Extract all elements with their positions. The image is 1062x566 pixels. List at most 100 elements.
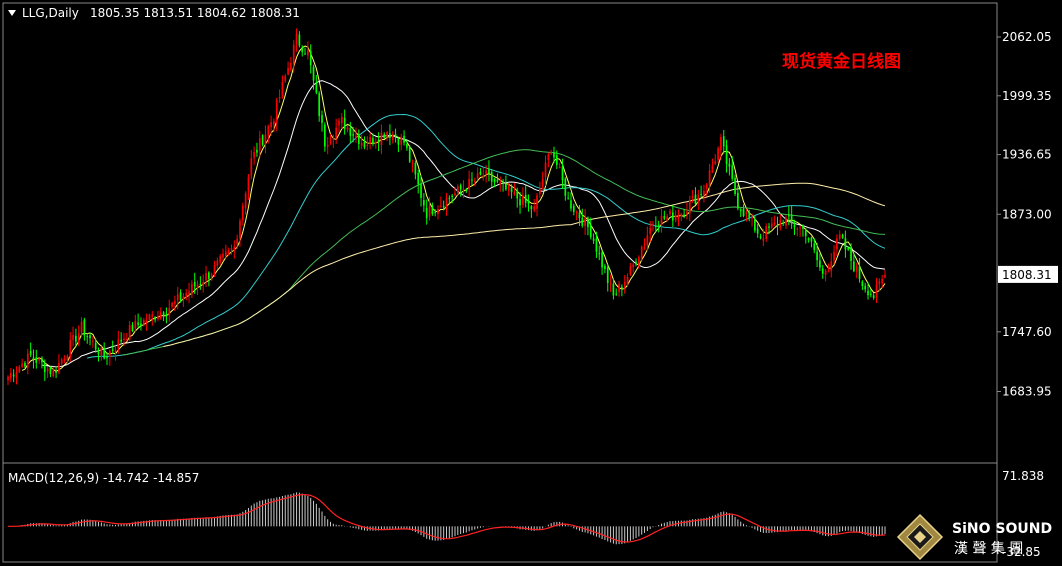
candle [558, 162, 561, 169]
candle-body [154, 317, 156, 320]
candle-body [338, 120, 340, 126]
candle-body [790, 214, 793, 223]
candle-body [148, 314, 151, 321]
candle [838, 230, 841, 241]
candle-body [793, 224, 796, 228]
candle [802, 224, 804, 237]
candle-body [720, 136, 722, 151]
candle-body [768, 226, 770, 228]
candle [191, 280, 193, 298]
candle-body [471, 179, 473, 181]
candle [654, 216, 657, 232]
candle-body [400, 136, 403, 145]
candle [83, 317, 86, 341]
candle [522, 187, 524, 209]
candle-body [250, 158, 253, 176]
candle [261, 134, 264, 147]
candle-body [386, 132, 388, 137]
candle-body [366, 144, 369, 146]
candle-body [233, 246, 236, 251]
candle-body [12, 374, 15, 377]
candle-body [524, 194, 527, 203]
candle [210, 272, 213, 281]
candle-body [24, 362, 26, 367]
candle-body [615, 293, 618, 295]
candle [810, 236, 813, 248]
candle [770, 217, 773, 230]
candle-body [572, 205, 575, 212]
chart-canvas[interactable]: 2062.05 1999.35 1936.65 1873.00 1747.60 1683.… [0, 0, 1062, 566]
candle-body [493, 178, 496, 183]
candle [137, 313, 139, 328]
candle-body [714, 161, 717, 164]
candle-body [799, 227, 801, 229]
candle-body [844, 238, 847, 250]
candle-body [411, 162, 414, 164]
candle-body [140, 323, 142, 327]
candle-body [60, 359, 63, 364]
candle-body [185, 293, 188, 298]
candle-body [853, 261, 855, 272]
candle-body [454, 193, 456, 196]
current-price-text: 1808.31 [1002, 268, 1052, 282]
candle [536, 193, 538, 217]
candle-body [442, 206, 445, 208]
candle [476, 167, 479, 181]
candle-body [855, 266, 858, 272]
candle-body [346, 127, 349, 131]
candle [604, 263, 606, 274]
candle [671, 205, 674, 227]
candle-body [711, 165, 714, 173]
candle [58, 354, 60, 375]
candle-body [683, 214, 685, 216]
candle-body [598, 253, 601, 255]
candle-body [838, 234, 841, 239]
candle-body [731, 165, 734, 179]
candle-body [558, 167, 561, 169]
candle-body [547, 154, 550, 161]
candle-body [69, 339, 72, 358]
candle-body [652, 223, 654, 226]
candle [516, 187, 519, 208]
candle-body [287, 68, 289, 75]
candle-body [32, 357, 35, 360]
candle [541, 171, 544, 190]
candle-body [117, 339, 120, 350]
candle [18, 365, 21, 374]
candle-body [157, 316, 159, 320]
candle [100, 346, 103, 361]
candle [499, 176, 502, 192]
candle [621, 284, 623, 297]
candle [335, 118, 338, 144]
candle-body [550, 152, 553, 154]
candle-body [111, 349, 114, 351]
candle-body [632, 264, 635, 268]
candle-body [171, 302, 173, 307]
candle-body [691, 196, 694, 198]
candle-body [813, 243, 816, 250]
candle-body [357, 133, 360, 145]
candle [765, 223, 768, 242]
triangle-down-icon[interactable] [8, 10, 16, 16]
candle-body [705, 184, 708, 189]
candle-body [273, 121, 275, 125]
candle-body [406, 144, 408, 148]
candle [570, 192, 572, 212]
candle [355, 127, 357, 143]
candle [29, 342, 32, 357]
candle-body [394, 134, 397, 138]
candle [264, 125, 267, 154]
candle-body [448, 197, 451, 199]
candle-body [564, 178, 567, 196]
candle [527, 194, 530, 212]
candle [691, 189, 694, 203]
candle-body [391, 134, 394, 141]
candle [417, 169, 420, 194]
candle-body [669, 210, 671, 215]
candle-body [7, 376, 9, 381]
candle [55, 366, 57, 379]
candle [861, 280, 864, 291]
candle [601, 250, 603, 275]
candle [307, 41, 309, 60]
candle-body [751, 217, 753, 219]
